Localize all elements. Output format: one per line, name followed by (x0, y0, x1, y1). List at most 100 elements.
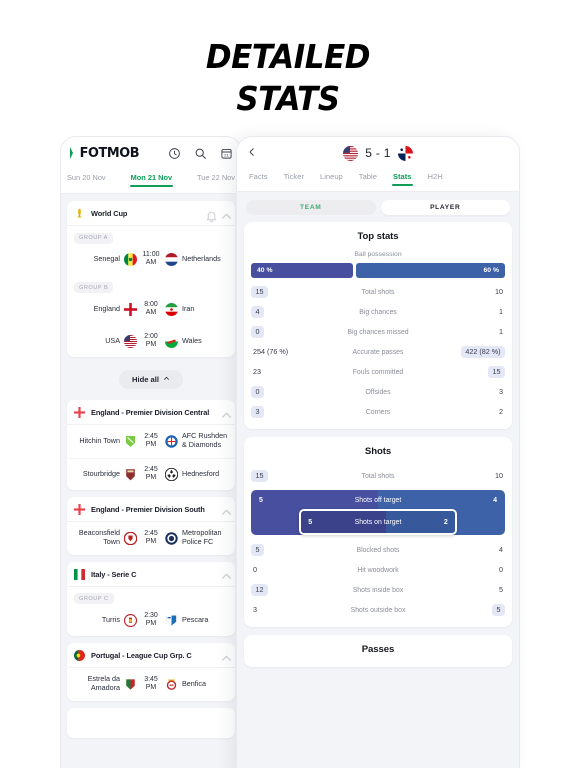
home-team-name: USA (105, 335, 120, 345)
stat-home-value: 5 (251, 544, 307, 556)
league-header[interactable]: England - Premier Division South (67, 497, 235, 523)
segment-player[interactable]: PLAYER (380, 200, 510, 215)
stat-away-value: 15 (449, 366, 505, 378)
match-time: 8:00 AM (141, 301, 161, 318)
team-player-toggle[interactable]: TEAM PLAYER (237, 192, 519, 222)
group-label: GROUP B (74, 282, 114, 294)
possession-away: 60 % (355, 263, 505, 278)
match-row[interactable]: Senegal 11:00 AM Netherlands (67, 244, 235, 276)
senegal-flag (124, 252, 137, 266)
date-tab-0[interactable]: Sun 20 Nov (67, 171, 106, 182)
panama-flag (397, 145, 413, 161)
stourbridge-crest (124, 468, 137, 481)
clock-icon[interactable] (168, 147, 181, 160)
stat-away-text: 1 (499, 327, 503, 337)
stat-away-text: 10 (495, 287, 503, 297)
away-team-name: Wales (182, 335, 202, 345)
match-tab-strip[interactable]: Facts Ticker Lineup Table Stats H2H (237, 169, 519, 192)
match-time-hour: 8:00 (144, 300, 158, 308)
chevron-left-icon[interactable] (247, 145, 257, 161)
calendar-icon[interactable]: 21 (220, 147, 233, 160)
netherlands-flag (165, 252, 178, 266)
match-row[interactable]: Beaconsfield Town 2:45 PM Metropolitan P… (67, 522, 235, 554)
chevron-up-icon[interactable] (220, 570, 231, 579)
match-time-ampm: PM (145, 620, 157, 628)
league-actions (220, 652, 231, 661)
stat-name: Total shots (361, 472, 395, 480)
league-name: Portugal - League Cup Grp. C (91, 651, 192, 661)
hednesford-crest (165, 467, 178, 481)
match-time: 2:45 PM (141, 530, 161, 547)
tab-stats[interactable]: Stats (391, 170, 413, 186)
stat-home-value: 0 (251, 326, 307, 338)
away-team-name: Hednesford (182, 468, 220, 478)
estrela-crest (124, 678, 137, 691)
match-row[interactable]: Hitchin Town 2:45 PM AFC Rushden & Diamo… (67, 425, 235, 457)
home-team-name: Turris (101, 614, 120, 624)
match-row[interactable]: England 8:00 AM Iran (67, 294, 235, 326)
tab-table[interactable]: Table (359, 170, 377, 181)
svg-text:21: 21 (224, 152, 229, 157)
segment-team[interactable]: TEAM (246, 200, 376, 215)
bolt-icon (70, 147, 77, 159)
league-header[interactable]: World Cup (67, 201, 235, 226)
stat-row: 3 Shots outside box 5 (251, 600, 505, 620)
stat-name: Fouls committed (352, 368, 404, 376)
stat-row: 0 Hit woodwork 0 (251, 560, 505, 580)
chevron-up-icon[interactable] (220, 409, 231, 418)
tab-lineup[interactable]: Lineup (320, 170, 343, 181)
match-row[interactable]: USA 2:00 PM Wales (67, 326, 235, 358)
match-time-hour: 2:30 (144, 611, 158, 619)
league-header[interactable]: Portugal - League Cup Grp. C (67, 643, 235, 669)
england-flag (74, 407, 85, 419)
page-title: DETAILED STATS (17, 36, 558, 120)
match-row[interactable]: Stourbridge 2:45 PM Hednesford (67, 457, 235, 491)
stat-away-chip: 15 (488, 366, 505, 378)
league-card-partial (67, 707, 235, 738)
chevron-up-icon[interactable] (220, 652, 231, 661)
stat-name: Shots outside box (350, 606, 406, 614)
league-actions (220, 506, 231, 515)
home-team-name: Beaconsfield Town (78, 528, 120, 547)
stat-home-value: 15 (251, 286, 307, 298)
league-header[interactable]: England - Premier Division Central (67, 400, 235, 426)
shots-on-target-name: Shots on target (354, 518, 402, 526)
trophy-icon (74, 208, 85, 219)
panel-shots: Shots 15 Total shots 10 5 Shots off targ… (244, 437, 512, 627)
league-header[interactable]: Italy - Serie C (67, 562, 235, 587)
iran-flag (165, 302, 178, 316)
tab-ticker[interactable]: Ticker (284, 170, 304, 181)
league-card-epd-south: England - Premier Division South Beacons… (67, 497, 235, 555)
england-flag (124, 302, 137, 316)
stat-away-text: 10 (495, 471, 503, 481)
stat-home-value: 0 (251, 386, 307, 398)
search-icon[interactable] (194, 147, 207, 160)
match-row[interactable]: Estrela da Amadora 3:45 PM Benfica (67, 668, 235, 700)
shots-on-target-away: 2 (443, 518, 448, 526)
hide-all-button[interactable]: Hide all (118, 370, 183, 390)
stat-away-value: 5 (449, 584, 505, 596)
chevron-up-icon[interactable] (220, 210, 231, 219)
stat-away-value: 0 (449, 564, 505, 576)
stat-away-text: 0 (499, 565, 503, 575)
stat-home-chip: 4 (251, 306, 264, 318)
bell-icon[interactable] (205, 210, 217, 222)
match-row[interactable]: Turris 2:30 PM Pescara (67, 605, 235, 637)
fotmob-logo[interactable]: FOTMOB (70, 145, 141, 161)
chevron-up-icon[interactable] (220, 506, 231, 515)
date-tab-2[interactable]: Tue 22 Nov (197, 171, 235, 182)
league-name: World Cup (91, 209, 128, 218)
stat-away-value: 422 (82 %) (449, 346, 505, 358)
date-tab-1[interactable]: Mon 21 Nov (129, 171, 174, 187)
stat-home-chip: 5 (251, 544, 264, 556)
match-time-hour: 2:45 (144, 529, 158, 537)
league-card-epd-central: England - Premier Division Central Hitch… (67, 400, 235, 491)
usa-flag (343, 145, 359, 161)
panel-top-stats: Top stats Ball possession 40 % 60 % 15 T… (244, 222, 512, 429)
shots-off-target-name: Shots off target (354, 496, 402, 504)
tab-h2h[interactable]: H2H (428, 170, 443, 181)
tab-facts[interactable]: Facts (249, 170, 268, 181)
stat-home-value: 15 (251, 470, 307, 482)
stat-row: 23 Fouls committed 15 (251, 362, 505, 382)
date-tab-strip[interactable]: Sun 20 Nov Mon 21 Nov Tue 22 Nov (61, 169, 241, 194)
